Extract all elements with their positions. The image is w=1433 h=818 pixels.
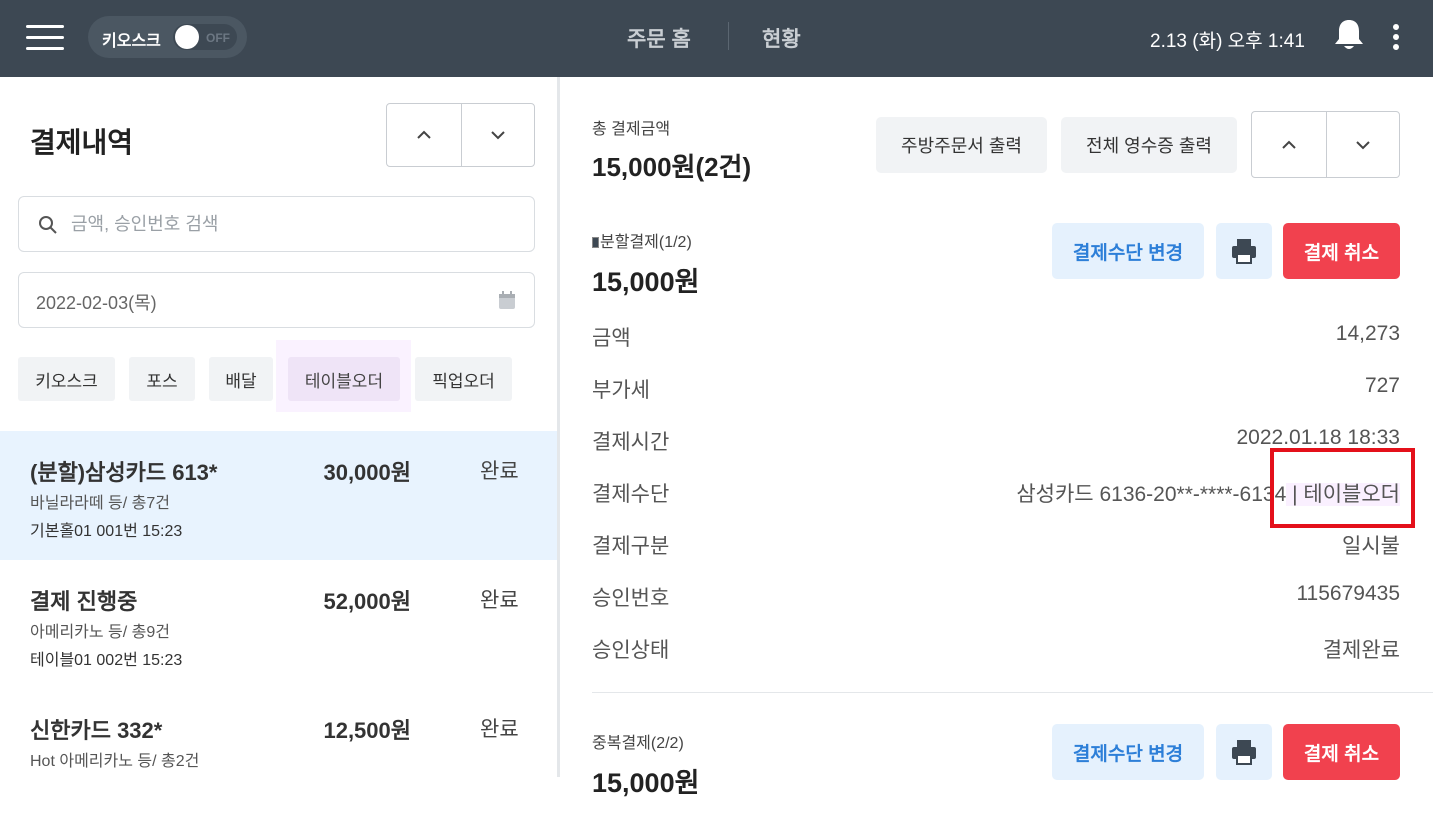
order-name: (분할)삼성카드 613* [30,460,218,485]
order-place: 테이블01 002번 15:23 [30,652,183,669]
order-items: Hot 아메리카노 등/ 총2건 [30,753,200,770]
row-label-approval-no: 승인번호 [592,587,670,610]
row-label-amount: 금액 [592,327,631,350]
list-item[interactable]: 신한카드 332* 12,500원 완료 Hot 아메리카노 등/ 총2건 [0,689,557,818]
page-title: 결제내역 [30,127,134,158]
payment1-label-text: 분할결제(1/2) [600,234,692,251]
toggle-knob [175,25,199,49]
payment2-label: 중복결제(2/2) [592,735,684,752]
kebab-menu-icon[interactable] [1392,24,1400,50]
search-icon [39,216,57,234]
filter-delivery[interactable]: 배달 [209,357,273,401]
channel-name: 테이블오더 [1303,483,1400,506]
row-value-time: 2022.01.18 18:33 [1236,426,1401,449]
card-number: 삼성카드 6136-20**-****-6134 [1016,483,1287,506]
filter-pos[interactable]: 포스 [129,357,195,401]
order-items: 아메리카노 등/ 총9건 [30,624,170,641]
datetime: 2.13 (화) 오후 1:41 [1150,31,1305,52]
nav-order-home[interactable]: 주문 홈 [627,23,691,53]
order-amount: 30,000원 [323,460,411,485]
bullet-icon [592,237,599,248]
kiosk-mode-control: 키오스크 OFF [88,16,247,58]
row-label-vat: 부가세 [592,379,650,402]
search-box [18,196,535,252]
date-value: 2022-02-03(목) [36,293,157,313]
chevron-up-icon [417,130,431,139]
toggle-state-label: OFF [206,31,230,45]
chevron-down-icon [1356,140,1370,149]
row-label-method: 결제수단 [592,483,670,506]
list-item[interactable]: (분할)삼성카드 613* 30,000원 완료 바닐라라떼 등/ 총7건 기본… [0,431,557,560]
filter-kiosk[interactable]: 키오스크 [18,357,115,401]
detail-nav-buttons [1251,111,1400,178]
order-name: 결제 진행중 [30,589,138,614]
row-label-approval-status: 승인상태 [592,639,670,662]
payment-history-panel: 결제내역 2022-02-03(목) 키오스크 포스 배달 테이블오더 픽업오더… [0,77,557,777]
scroll-down-button[interactable] [460,104,535,166]
printer-icon [1232,740,1256,765]
row-value-method: 삼성카드 6136-20**-****-6134 | 테이블오더 [1016,478,1400,508]
cancel-payment-button[interactable]: 결제 취소 [1283,223,1400,279]
cancel-payment-button-2[interactable]: 결제 취소 [1283,724,1400,780]
order-status: 완료 [480,460,519,483]
payment2-amount: 15,000원 [592,768,700,798]
row-value-amount: 14,273 [1335,322,1400,345]
nav-divider [728,22,729,50]
kitchen-print-button[interactable]: 주방주문서 출력 [876,117,1047,173]
row-value-type: 일시불 [1342,535,1400,558]
detail-up-button[interactable] [1252,112,1326,177]
filter-pickup-order[interactable]: 픽업오더 [415,357,512,401]
order-place: 기본홀01 001번 15:23 [30,523,183,540]
order-status: 완료 [480,718,519,741]
row-value-vat: 727 [1364,374,1400,397]
kiosk-toggle[interactable]: OFF [173,24,237,50]
chevron-up-icon [1282,140,1296,149]
total-label: 총 결제금액 [592,121,671,138]
list-nav-buttons [386,103,535,167]
row-value-approval-no: 115679435 [1296,582,1400,605]
scroll-up-button[interactable] [387,104,461,166]
order-name: 신한카드 332* [30,718,163,743]
print-receipt-button-2[interactable] [1216,724,1272,780]
date-picker[interactable]: 2022-02-03(목) [18,272,535,328]
print-receipt-button[interactable] [1216,223,1272,279]
order-list: (분할)삼성카드 613* 30,000원 완료 바닐라라떼 등/ 총7건 기본… [0,431,557,777]
chevron-down-icon [491,131,505,140]
calendar-icon [499,291,515,309]
row-label-type: 결제구분 [592,535,670,558]
change-payment-method-button-2[interactable]: 결제수단 변경 [1052,724,1204,780]
row-label-time: 결제시간 [592,431,670,454]
order-status: 완료 [480,589,519,612]
order-amount: 12,500원 [323,718,411,743]
detail-down-button[interactable] [1325,112,1400,177]
search-input[interactable] [71,211,511,237]
printer-icon [1232,239,1256,264]
nav-status[interactable]: 현황 [762,23,801,53]
order-amount: 52,000원 [323,589,411,614]
list-item[interactable]: 결제 진행중 52,000원 완료 아메리카노 등/ 총9건 테이블01 002… [0,560,557,689]
order-items: 바닐라라떼 등/ 총7건 [30,495,170,512]
receipt-print-all-button[interactable]: 전체 영수증 출력 [1061,117,1237,173]
filter-table-order[interactable]: 테이블오더 [288,357,400,401]
payment-detail-panel: 총 결제금액 15,000원(2건) 주방주문서 출력 전체 영수증 출력 분할… [560,77,1433,798]
row-value-approval-status: 결제완료 [1322,639,1400,662]
total-value: 15,000원(2건) [592,152,752,182]
kiosk-label: 키오스크 [102,33,161,50]
channel-tag: | 테이블오더 [1286,483,1400,506]
section-divider [592,692,1433,693]
payment1-label: 분할결제(1/2) [592,228,692,252]
bell-icon[interactable] [1333,17,1365,53]
payment1-amount: 15,000원 [592,267,700,297]
top-bar: 키오스크 OFF 주문 홈 현황 2.13 (화) 오후 1:41 [0,0,1433,77]
change-payment-method-button[interactable]: 결제수단 변경 [1052,223,1204,279]
hamburger-icon[interactable] [26,25,64,51]
